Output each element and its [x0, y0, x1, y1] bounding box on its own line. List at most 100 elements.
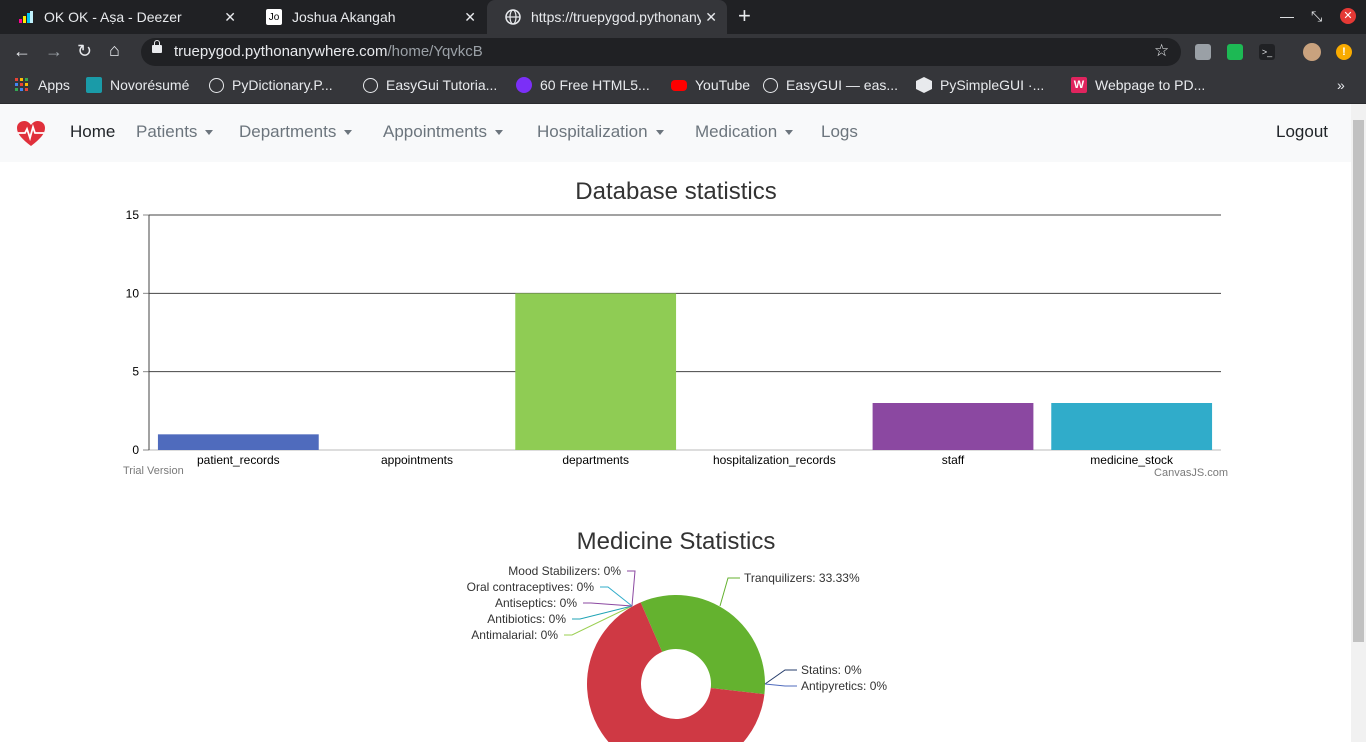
apps-grid-icon [14, 77, 30, 93]
bookmark-star-icon[interactable]: ☆ [1154, 41, 1169, 61]
bookmark-label: Webpage to PD... [1095, 77, 1206, 93]
bar-staff [872, 403, 1034, 450]
back-icon[interactable]: ← [13, 41, 31, 61]
deezer-icon [18, 9, 34, 25]
forward-icon[interactable]: → [45, 41, 63, 61]
bookmark-easygui[interactable]: EasyGUI — eas... [763, 77, 898, 93]
url-text[interactable]: truepygod.pythonanywhere.com/home/YqvkcB [174, 43, 483, 60]
logout-link[interactable]: Logout [1276, 122, 1328, 142]
nav-home-link[interactable]: Home [70, 122, 115, 142]
globe-icon [505, 9, 521, 25]
slice-connector [764, 683, 797, 687]
caret-down-icon [205, 130, 214, 136]
x-tick-label: hospitalization_records [713, 453, 836, 467]
slice-connector [583, 602, 633, 607]
bookmark-label: EasyGui Tutoria... [386, 77, 498, 93]
caret-down-icon [494, 130, 503, 136]
nav-departments-dropdown[interactable]: Departments [239, 122, 353, 142]
slice-label: Tranquilizers: 33.33% [744, 571, 860, 585]
bookmark-label: EasyGUI — eas... [786, 77, 899, 93]
new-tab-button[interactable]: + [738, 5, 751, 27]
more-bookmarks-icon[interactable]: » [1337, 77, 1345, 93]
y-tick-label: 15 [126, 208, 140, 222]
pie-chart-title: Medicine Statistics [576, 528, 776, 555]
medicine-statistics-chart: Tranquilizers: 33.33% Statins: 0% Antipyre… [467, 564, 887, 742]
download-extension-icon[interactable] [1227, 44, 1243, 60]
colorlib-icon [516, 77, 532, 93]
globe-icon [209, 77, 224, 93]
bookmark-apps[interactable]: Apps [14, 77, 70, 93]
slice-connector [600, 586, 633, 607]
youtube-icon [671, 79, 687, 91]
slice-connector [764, 669, 797, 685]
x-tick-label: medicine_stock [1090, 453, 1174, 467]
nav-hospitalization-dropdown[interactable]: Hospitalization [537, 122, 664, 142]
bookmark-youtube[interactable]: YouTube [671, 77, 750, 93]
home-icon[interactable]: ⌂ [109, 40, 120, 60]
watermark-trial: Trial Version [123, 465, 184, 477]
bookmark-label: Apps [38, 77, 70, 93]
hexagon-icon [916, 77, 932, 93]
x-tick-label: appointments [381, 453, 453, 467]
slice-tranquilizers [640, 595, 765, 695]
globe-icon [363, 77, 378, 93]
reload-icon[interactable]: ↻ [77, 41, 92, 61]
restore-icon[interactable]: ⤡ [1311, 8, 1322, 25]
caret-down-icon [785, 130, 794, 136]
x-tick-label: departments [562, 453, 629, 467]
slice-connector [719, 577, 740, 607]
slice-label: Antimalarial: 0% [471, 628, 558, 642]
close-tab-icon[interactable]: ✕ [705, 9, 717, 26]
bar-departments [515, 293, 677, 450]
jo-icon: Jo [266, 9, 282, 25]
minimize-icon[interactable]: — [1280, 8, 1294, 24]
database-statistics-chart: 0 5 10 15 patient_records appointments departm… [123, 208, 1228, 479]
heartbeat-logo-icon[interactable] [16, 120, 46, 153]
x-tick-label: staff [942, 453, 965, 467]
bookmark-easygui-tutorial[interactable]: EasyGui Tutoria... [363, 77, 497, 93]
close-tab-icon[interactable]: ✕ [464, 9, 476, 26]
bar-medicine_stock [1051, 403, 1213, 450]
caret-down-icon [344, 130, 353, 136]
browser-tab-joshua[interactable]: Jo Joshua Akangah ✕ [248, 0, 486, 34]
browser-tab-active[interactable]: https://truepygod.pythonanywhere.com ✕ [487, 0, 727, 34]
scrollbar-thumb[interactable] [1353, 120, 1364, 642]
nav-patients-dropdown[interactable]: Patients [136, 122, 214, 142]
bookmark-label: PyDictionary.P... [232, 77, 333, 93]
bookmark-html5[interactable]: 60 Free HTML5... [516, 77, 650, 93]
browser-tab-deezer[interactable]: OK OK - Aṣa - Deezer ✕ [0, 0, 246, 34]
x-tick-label: patient_records [197, 453, 280, 467]
bar-patient_records [157, 434, 319, 450]
bookmark-pydictionary[interactable]: PyDictionary.P... [209, 77, 333, 93]
bookmark-pysimplegui[interactable]: PySimpleGUI ·... [916, 77, 1044, 93]
update-alert-icon[interactable]: ! [1336, 44, 1352, 60]
slice-connector [627, 570, 636, 607]
bookmark-label: PySimpleGUI ·... [940, 77, 1045, 93]
bookmark-label: 60 Free HTML5... [540, 77, 650, 93]
nav-logs-link[interactable]: Logs [821, 122, 858, 142]
slice-label: Statins: 0% [801, 663, 862, 677]
terminal-extension-icon[interactable]: >_ [1259, 44, 1275, 60]
extension-icon[interactable] [1195, 44, 1211, 60]
nav-appointments-dropdown[interactable]: Appointments [383, 122, 503, 142]
close-window-icon[interactable]: ✕ [1340, 8, 1356, 24]
nav-medication-dropdown[interactable]: Medication [695, 122, 794, 142]
bookmark-novoresume[interactable]: Novorésumé [86, 77, 189, 93]
bookmark-webpage-to-pdf[interactable]: W Webpage to PD... [1071, 77, 1205, 93]
webpage-pdf-icon: W [1071, 77, 1087, 93]
watermark-canvasjs: CanvasJS.com [1154, 467, 1228, 479]
slice-label: Antipyretics: 0% [801, 679, 887, 693]
slice-label: Oral contraceptives: 0% [467, 580, 595, 594]
y-tick-label: 10 [126, 286, 140, 300]
tab-title: https://truepygod.pythonanywhere.com [531, 9, 701, 25]
y-tick-label: 5 [132, 365, 139, 379]
tab-title: OK OK - Aṣa - Deezer [44, 9, 182, 25]
y-tick-label: 0 [132, 443, 139, 457]
avatar[interactable] [1303, 43, 1321, 61]
close-tab-icon[interactable]: ✕ [224, 9, 236, 26]
bookmark-label: Novorésumé [110, 77, 190, 93]
caret-down-icon [655, 130, 664, 136]
slice-label: Antibiotics: 0% [487, 612, 566, 626]
novoresume-icon [86, 77, 102, 93]
tab-title: Joshua Akangah [292, 9, 396, 25]
